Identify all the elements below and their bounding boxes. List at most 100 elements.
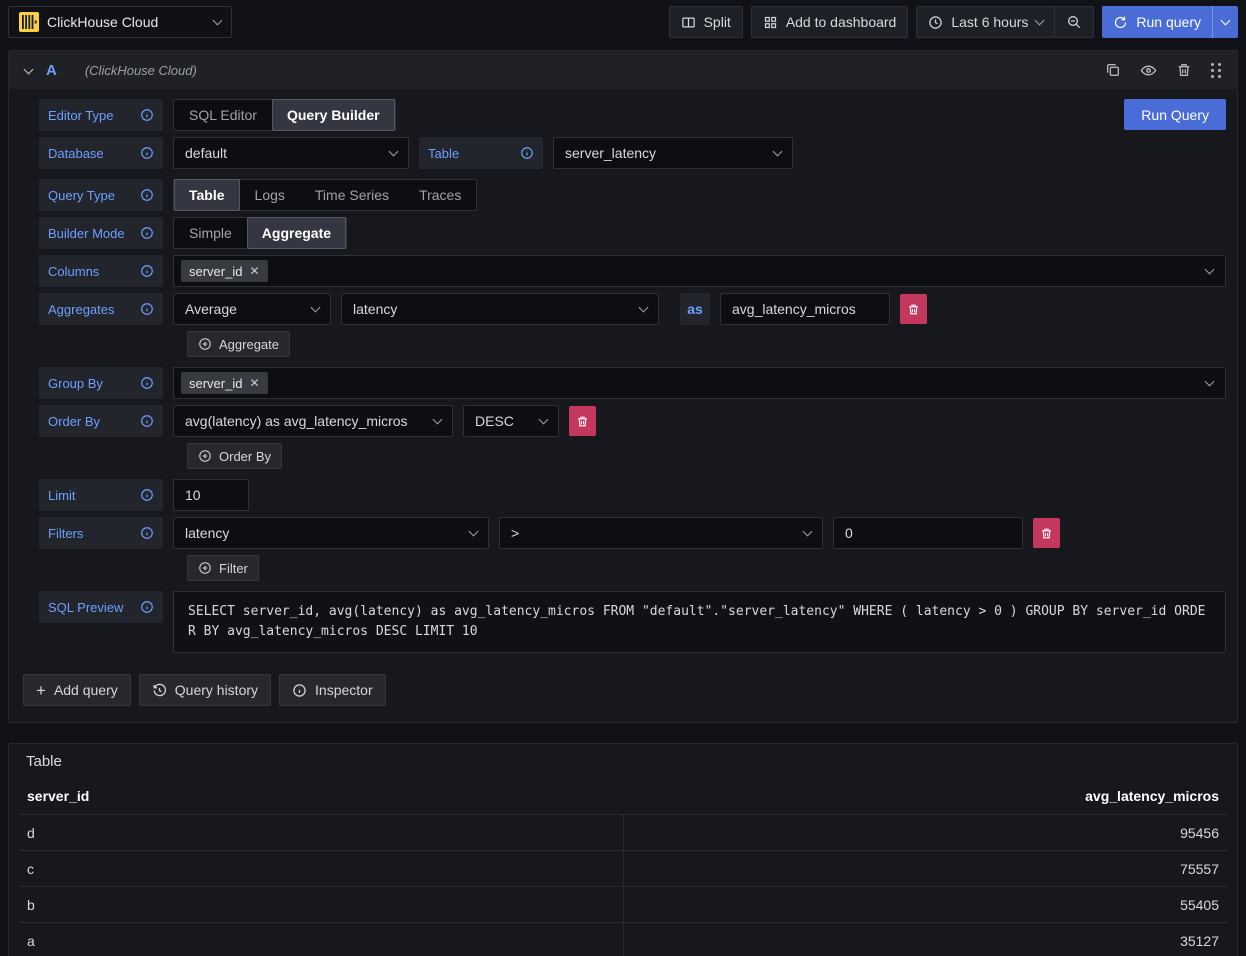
column-header-server-id[interactable]: server_id — [19, 788, 623, 804]
duplicate-query-button[interactable] — [1105, 62, 1121, 78]
chevron-down-icon — [803, 526, 813, 536]
query-type-table[interactable]: Table — [174, 179, 240, 211]
table-select[interactable]: server_latency — [553, 137, 793, 169]
editor-type-query-builder[interactable]: Query Builder — [272, 99, 395, 131]
cell-avg-latency: 75557 — [623, 851, 1227, 886]
add-to-dashboard-button[interactable]: Add to dashboard — [751, 6, 909, 38]
info-icon — [140, 414, 154, 428]
columns-chip-server-id[interactable]: server_id✕ — [181, 260, 268, 282]
table-row: a 35127 — [19, 922, 1227, 956]
columns-label: Columns — [39, 255, 163, 287]
info-icon — [140, 600, 154, 614]
query-editor-panel: A (ClickHouse Cloud) Editor Type SQL Edi… — [8, 50, 1238, 723]
datasource-picker[interactable]: ClickHouse Cloud — [8, 6, 232, 38]
aggregates-label: Aggregates — [39, 293, 163, 325]
info-icon — [140, 376, 154, 390]
chevron-down-icon — [213, 15, 223, 25]
remove-chip-icon[interactable]: ✕ — [249, 377, 259, 389]
results-table: server_id avg_latency_micros d 95456 c 7… — [19, 782, 1227, 956]
remove-aggregate-button[interactable] — [900, 294, 927, 324]
column-header-avg-latency-micros[interactable]: avg_latency_micros — [623, 788, 1227, 804]
info-icon — [140, 526, 154, 540]
group-by-multiselect[interactable]: server_id✕ — [173, 367, 1226, 399]
plus-icon: + — [36, 682, 46, 699]
chevron-down-icon — [311, 302, 321, 312]
zoom-out-button[interactable] — [1054, 6, 1094, 38]
aggregate-function-select[interactable]: Average — [173, 293, 331, 325]
chevron-down-icon — [469, 526, 479, 536]
columns-multiselect[interactable]: server_id✕ — [173, 255, 1226, 287]
builder-mode-aggregate[interactable]: Aggregate — [247, 217, 346, 249]
query-type-traces[interactable]: Traces — [404, 180, 476, 210]
add-aggregate-button[interactable]: Aggregate — [187, 331, 290, 357]
limit-input[interactable] — [173, 479, 249, 511]
query-history-button[interactable]: Query history — [139, 674, 271, 706]
remove-filter-button[interactable] — [1033, 518, 1060, 548]
chevron-down-icon — [539, 414, 549, 424]
remove-chip-icon[interactable]: ✕ — [249, 265, 259, 277]
filter-column-select[interactable]: latency — [173, 517, 489, 549]
table-row: b 55405 — [19, 886, 1227, 922]
query-row-header[interactable]: A (ClickHouse Cloud) — [9, 51, 1237, 89]
cell-server-id: b — [19, 887, 623, 922]
cell-server-id: d — [19, 815, 623, 850]
info-icon — [140, 302, 154, 316]
explore-toolbar: ClickHouse Cloud Split Add to dashboard … — [0, 0, 1246, 44]
clock-icon — [928, 15, 943, 30]
database-label: Database — [39, 137, 163, 169]
plus-circle-icon — [198, 561, 212, 575]
run-query-split-button[interactable]: Run query — [1102, 6, 1238, 38]
add-query-button[interactable]: + Add query — [23, 674, 131, 706]
aggregate-alias-input[interactable] — [720, 293, 890, 325]
cell-avg-latency: 35127 — [623, 923, 1227, 956]
database-select[interactable]: default — [173, 137, 409, 169]
split-button[interactable]: Split — [669, 6, 743, 38]
query-type-logs[interactable]: Logs — [240, 180, 300, 210]
chevron-down-icon — [433, 414, 443, 424]
group-by-label: Group By — [39, 367, 163, 399]
info-icon — [140, 226, 154, 240]
add-order-by-button[interactable]: Order By — [187, 443, 282, 469]
add-to-dashboard-label: Add to dashboard — [786, 14, 897, 30]
drag-handle-icon[interactable] — [1211, 63, 1221, 78]
run-query-panel-button[interactable]: Run Query — [1124, 99, 1226, 130]
time-range-label: Last 6 hours — [951, 14, 1028, 30]
order-by-expression-select[interactable]: avg(latency) as avg_latency_micros — [173, 405, 453, 437]
cell-avg-latency: 95456 — [623, 815, 1227, 850]
table-row: c 75557 — [19, 850, 1227, 886]
order-by-direction-select[interactable]: DESC — [463, 405, 559, 437]
zoom-out-icon — [1066, 14, 1082, 30]
remove-order-by-button[interactable] — [569, 406, 596, 436]
toggle-visibility-button[interactable] — [1140, 62, 1157, 79]
limit-label: Limit — [39, 479, 163, 511]
builder-mode-label: Builder Mode — [39, 217, 163, 249]
add-filter-button[interactable]: Filter — [187, 555, 259, 581]
query-ref-id: A — [46, 62, 57, 79]
builder-mode-simple[interactable]: Simple — [174, 218, 247, 248]
collapse-chevron-icon[interactable] — [24, 64, 34, 74]
time-range-picker[interactable]: Last 6 hours — [916, 6, 1055, 38]
editor-type-sql-editor[interactable]: SQL Editor — [174, 100, 272, 130]
info-icon — [140, 146, 154, 160]
filter-value-input[interactable] — [833, 517, 1023, 549]
inspector-button[interactable]: Inspector — [279, 674, 386, 706]
info-icon — [520, 146, 534, 160]
query-type-time-series[interactable]: Time Series — [300, 180, 404, 210]
plus-circle-icon — [198, 337, 212, 351]
trash-icon — [576, 415, 589, 428]
info-icon — [140, 188, 154, 202]
aggregate-column-select[interactable]: latency — [341, 293, 659, 325]
chevron-down-icon — [1205, 376, 1215, 386]
info-circle-icon — [292, 683, 307, 698]
filter-operator-select[interactable]: > — [499, 517, 823, 549]
chevron-down-icon — [773, 146, 783, 156]
table-label: Table — [419, 137, 543, 169]
run-query-label: Run query — [1136, 14, 1201, 30]
cell-avg-latency: 55405 — [623, 887, 1227, 922]
group-by-chip-server-id[interactable]: server_id✕ — [181, 372, 268, 394]
delete-query-button[interactable] — [1176, 62, 1192, 78]
split-icon — [681, 15, 696, 30]
editor-type-switch: SQL Editor Query Builder — [173, 99, 396, 131]
chevron-down-icon — [389, 146, 399, 156]
run-query-options-button[interactable] — [1212, 6, 1238, 38]
